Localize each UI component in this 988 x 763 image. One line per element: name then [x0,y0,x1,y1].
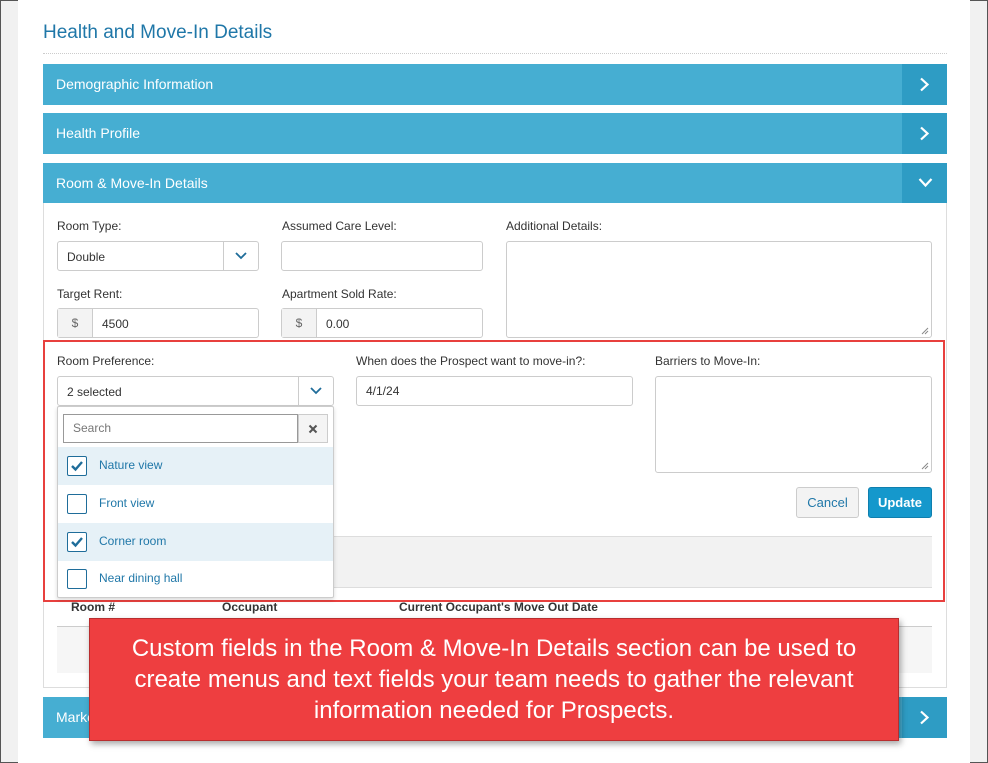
checkbox-unchecked[interactable] [67,569,87,589]
accordion-label: Demographic Information [56,76,214,92]
column-header-move-out-date: Current Occupant's Move Out Date [399,600,598,614]
care-level-input[interactable] [281,241,483,271]
accordion-label: Room & Move-In Details [56,175,208,191]
column-header-occupant: Occupant [222,600,278,614]
room-type-select[interactable]: Double [57,241,259,271]
option-near-dining-hall[interactable]: Near dining hall [58,560,333,598]
page-title: Health and Move-In Details [43,22,273,43]
sold-rate-label: Apartment Sold Rate: [282,287,397,301]
chevron-right-icon[interactable] [902,697,947,738]
option-nature-view[interactable]: Nature view [58,447,333,485]
option-label: Near dining hall [99,571,183,585]
dropdown-search-input[interactable]: Search [63,414,298,443]
target-rent-input[interactable]: $ 4500 [57,308,259,338]
checkbox-unchecked[interactable] [67,494,87,514]
additional-details-textarea[interactable] [506,241,932,338]
room-type-label: Room Type: [57,219,122,233]
room-preference-dropdown: Search Nature view Front view Corner roo… [57,406,334,598]
option-corner-room[interactable]: Corner room [58,523,333,561]
dollar-icon: $ [58,309,93,337]
title-divider [43,53,947,54]
chevron-right-icon[interactable] [902,113,947,154]
accordion-demographic-information[interactable]: Demographic Information [43,64,947,105]
additional-details-label: Additional Details: [506,219,603,233]
accordion-room-move-in-details[interactable]: Room & Move-In Details [43,163,947,204]
sold-rate-input[interactable]: $ 0.00 [281,308,483,338]
target-rent-label: Target Rent: [57,287,123,301]
callout-annotation: Custom fields in the Room & Move-In Deta… [89,618,899,741]
room-type-value: Double [67,250,106,264]
care-level-label: Assumed Care Level: [282,219,397,233]
sold-rate-value: 0.00 [326,317,350,331]
option-label: Nature view [99,458,163,472]
checkbox-checked[interactable] [67,456,87,476]
option-front-view[interactable]: Front view [58,485,333,523]
clear-search-icon[interactable] [298,414,328,443]
resize-grip-icon[interactable] [921,327,929,335]
column-header-room: Room # [71,600,116,614]
checkbox-checked[interactable] [67,532,87,552]
target-rent-value: 4500 [102,317,129,331]
chevron-down-icon[interactable] [902,163,947,204]
dollar-icon: $ [282,309,317,337]
option-label: Corner room [99,534,167,548]
accordion-health-profile[interactable]: Health Profile [43,113,947,154]
chevron-right-icon[interactable] [902,64,947,105]
option-label: Front view [99,496,155,510]
accordion-label: Health Profile [56,125,141,141]
chevron-down-icon[interactable] [223,242,258,270]
